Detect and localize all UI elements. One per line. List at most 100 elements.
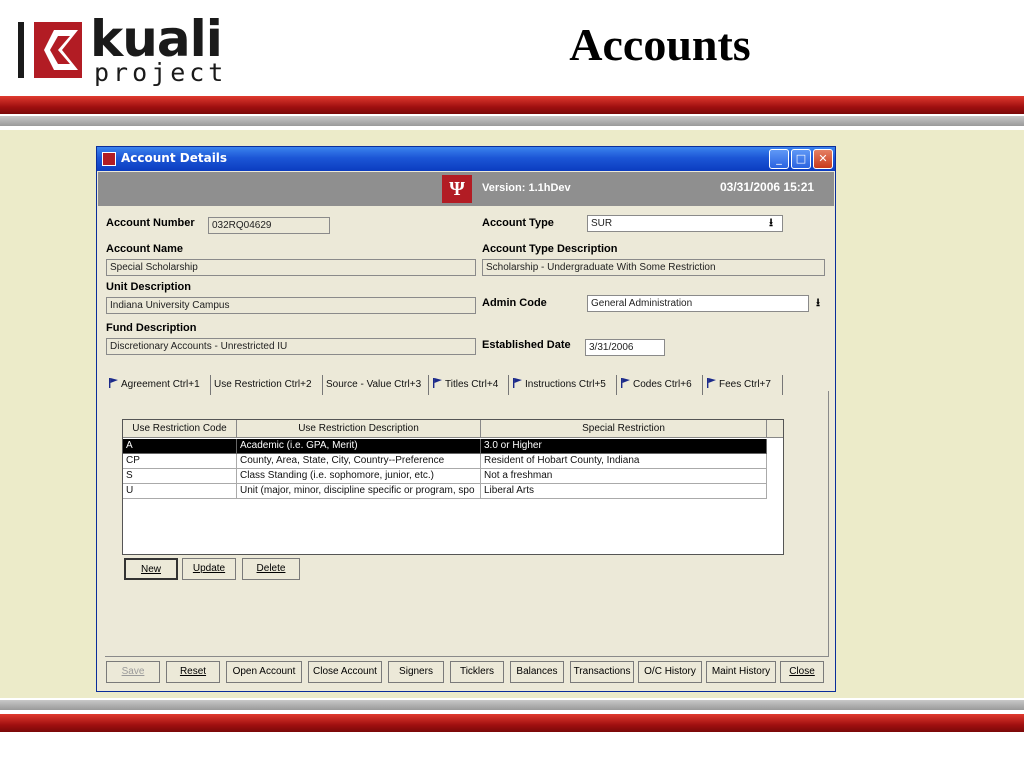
tab-label: Titles Ctrl+4 (445, 379, 499, 390)
delete-button[interactable]: Delete (242, 558, 300, 580)
transactions-button[interactable]: Transactions (570, 661, 634, 683)
cell-code: U (123, 484, 237, 499)
cell-description: Academic (i.e. GPA, Merit) (237, 439, 481, 454)
cell-description: Class Standing (i.e. sophomore, junior, … (237, 469, 481, 484)
maint-history-button[interactable]: Maint History (706, 661, 776, 683)
flag-icon (108, 376, 118, 388)
account-name-field[interactable]: Special Scholarship (106, 259, 476, 276)
maximize-icon[interactable]: □ (791, 149, 811, 169)
close-account-button-label: Close Account (313, 666, 377, 677)
close-account-button[interactable]: Close Account (308, 661, 382, 683)
signers-button[interactable]: Signers (388, 661, 444, 683)
unit-description-label: Unit Description (106, 281, 191, 293)
oc-history-button[interactable]: O/C History (638, 661, 702, 683)
kuali-logo: kuali project (12, 10, 262, 87)
established-date-field[interactable]: 3/31/2006 (585, 339, 665, 356)
close-button-label: Close (789, 666, 815, 677)
institution-logo-icon: Ψ (442, 175, 472, 203)
account-type-label: Account Type (482, 217, 554, 229)
table-row[interactable]: S Class Standing (i.e. sophomore, junior… (123, 469, 767, 484)
cell-code: S (123, 469, 237, 484)
save-button[interactable]: Save (106, 661, 160, 683)
account-type-description-label: Account Type Description (482, 243, 618, 255)
app-icon (102, 152, 116, 166)
flag-icon (620, 376, 630, 388)
cell-special: Liberal Arts (481, 484, 767, 499)
logo-bar (18, 22, 24, 78)
oc-history-button-label: O/C History (644, 666, 696, 677)
transactions-button-label: Transactions (573, 666, 631, 677)
cell-special: 3.0 or Higher (481, 439, 767, 454)
close-button[interactable]: Close (780, 661, 824, 683)
new-button-label: New (140, 564, 161, 575)
cell-code: CP (123, 454, 237, 469)
account-type-select[interactable]: SUR (587, 215, 783, 232)
balances-button[interactable]: Balances (510, 661, 564, 683)
admin-code-label: Admin Code (482, 297, 547, 309)
top-grey-band (0, 116, 1024, 126)
ticklers-button-label: Ticklers (459, 666, 495, 677)
bottom-grey-band (0, 700, 1024, 710)
tab-label: Fees Ctrl+7 (719, 379, 771, 390)
info-bar: Ψ Version: 1.1hDev 03/31/2006 15:21 (98, 172, 834, 206)
tab-label: Codes Ctrl+6 (633, 379, 692, 390)
update-button-label: Update (192, 563, 226, 574)
column-header-description[interactable]: Use Restriction Description (237, 420, 481, 438)
reset-button[interactable]: Reset (166, 661, 220, 683)
slide-title: Accounts (569, 19, 751, 70)
table-row[interactable]: A Academic (i.e. GPA, Merit) 3.0 or High… (123, 439, 767, 454)
logo-subtitle: project (94, 58, 228, 87)
tab-label: Instructions Ctrl+5 (525, 379, 606, 390)
tab-label: Source - Value Ctrl+3 (326, 379, 422, 390)
fund-description-field[interactable]: Discretionary Accounts - Unrestricted IU (106, 338, 476, 355)
flag-icon (512, 376, 522, 388)
established-date-label: Established Date (482, 339, 571, 351)
tab-label: Use Restriction Ctrl+2 (214, 379, 312, 390)
cell-description: Unit (major, minor, discipline specific … (237, 484, 481, 499)
signers-button-label: Signers (399, 666, 433, 677)
account-name-label: Account Name (106, 243, 184, 255)
open-account-button[interactable]: Open Account (226, 661, 302, 683)
cell-special: Resident of Hobart County, Indiana (481, 454, 767, 469)
grid-header: Use Restriction Code Use Restriction Des… (123, 420, 783, 438)
cell-special: Not a freshman (481, 469, 767, 484)
admin-code-select[interactable]: General Administration (587, 295, 809, 312)
table-row[interactable]: U Unit (major, minor, discipline specifi… (123, 484, 767, 499)
update-button[interactable]: Update (182, 558, 236, 580)
version-label: Version: 1.1hDev (482, 182, 571, 194)
account-number-field[interactable]: 032RQ04629 (208, 217, 330, 234)
reset-button-label: Reset (179, 666, 207, 677)
top-red-band (0, 96, 1024, 114)
bottom-red-band (0, 714, 1024, 732)
flag-icon (706, 376, 716, 388)
ticklers-button[interactable]: Ticklers (450, 661, 504, 683)
logo-k-mark (34, 22, 82, 78)
table-row[interactable]: CP County, Area, State, City, Country--P… (123, 454, 767, 469)
account-number-label: Account Number (106, 217, 195, 229)
account-details-window: Account Details _ □ ✕ Ψ Version: 1.1hDev… (96, 146, 836, 692)
cell-description: County, Area, State, City, Country--Pref… (237, 454, 481, 469)
account-type-description-field[interactable]: Scholarship - Undergraduate With Some Re… (482, 259, 825, 276)
open-account-button-label: Open Account (232, 666, 296, 677)
unit-description-field[interactable]: Indiana University Campus (106, 297, 476, 314)
fund-description-label: Fund Description (106, 322, 197, 334)
new-button[interactable]: New (124, 558, 178, 580)
window-title-bar[interactable]: Account Details _ □ ✕ (97, 147, 835, 171)
date-time: 03/31/2006 15:21 (720, 180, 815, 194)
logo-wordmark: kuali (90, 10, 223, 68)
window-title: Account Details (121, 151, 228, 165)
use-restriction-grid[interactable]: Use Restriction Code Use Restriction Des… (122, 419, 784, 555)
delete-button-label: Delete (256, 563, 286, 574)
admin-code-dropdown-icon[interactable]: ⭳ (810, 295, 826, 312)
minimize-icon[interactable]: _ (769, 149, 789, 169)
maint-history-button-label: Maint History (711, 666, 771, 677)
cell-code: A (123, 439, 237, 454)
tab-label: Agreement Ctrl+1 (121, 379, 200, 390)
account-type-dropdown-icon[interactable]: ⭳ (763, 215, 779, 232)
flag-icon (432, 376, 442, 388)
balances-button-label: Balances (516, 666, 558, 677)
close-icon[interactable]: ✕ (813, 149, 833, 169)
column-header-special[interactable]: Special Restriction (481, 420, 767, 438)
save-button-label: Save (121, 666, 145, 677)
column-header-code[interactable]: Use Restriction Code (123, 420, 237, 438)
